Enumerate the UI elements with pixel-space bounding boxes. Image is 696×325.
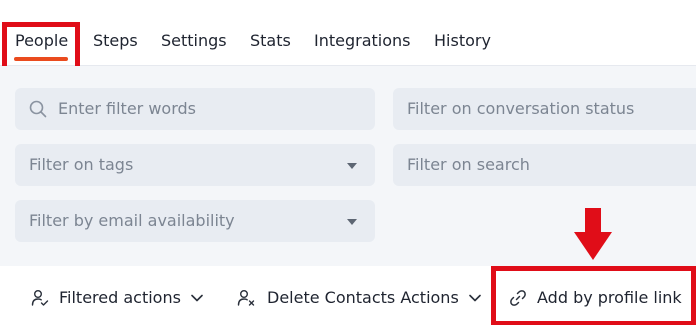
tags-filter-placeholder: Filter on tags [29,155,134,174]
tab-stats[interactable]: Stats [250,31,291,51]
search-filter-placeholder: Filter on search [407,155,530,174]
tags-filter-select[interactable]: Filter on tags [15,144,375,186]
tab-settings[interactable]: Settings [161,31,227,51]
conversation-status-placeholder: Filter on conversation status [407,99,635,118]
conversation-status-filter[interactable]: Filter on conversation status [393,88,696,130]
add-profile-highlight-annotation [491,266,696,325]
email-availability-placeholder: Filter by email availability [29,211,235,230]
search-filter-select[interactable]: Filter on search [393,144,696,186]
tab-integrations[interactable]: Integrations [314,31,411,51]
tab-history[interactable]: History [434,31,491,51]
search-icon [29,100,47,118]
chevron-down-icon [468,294,481,302]
filtered-actions-label: Filtered actions [59,288,181,307]
filter-words-input[interactable]: Enter filter words [15,88,375,130]
delete-contacts-actions-button[interactable]: Delete Contacts Actions [237,288,481,308]
annotation-arrow-down-icon [574,208,612,260]
filter-words-placeholder: Enter filter words [58,99,196,118]
filtered-actions-button[interactable]: Filtered actions [31,288,203,308]
caret-down-icon [347,163,357,169]
tab-bar: People Steps Settings Stats Integrations… [0,0,696,66]
user-remove-icon [237,290,255,306]
caret-down-icon [347,219,357,225]
delete-contacts-actions-label: Delete Contacts Actions [267,288,459,307]
tab-steps[interactable]: Steps [93,31,138,51]
email-availability-select[interactable]: Filter by email availability [15,200,375,242]
user-check-icon [31,290,49,306]
chevron-down-icon [191,294,203,302]
